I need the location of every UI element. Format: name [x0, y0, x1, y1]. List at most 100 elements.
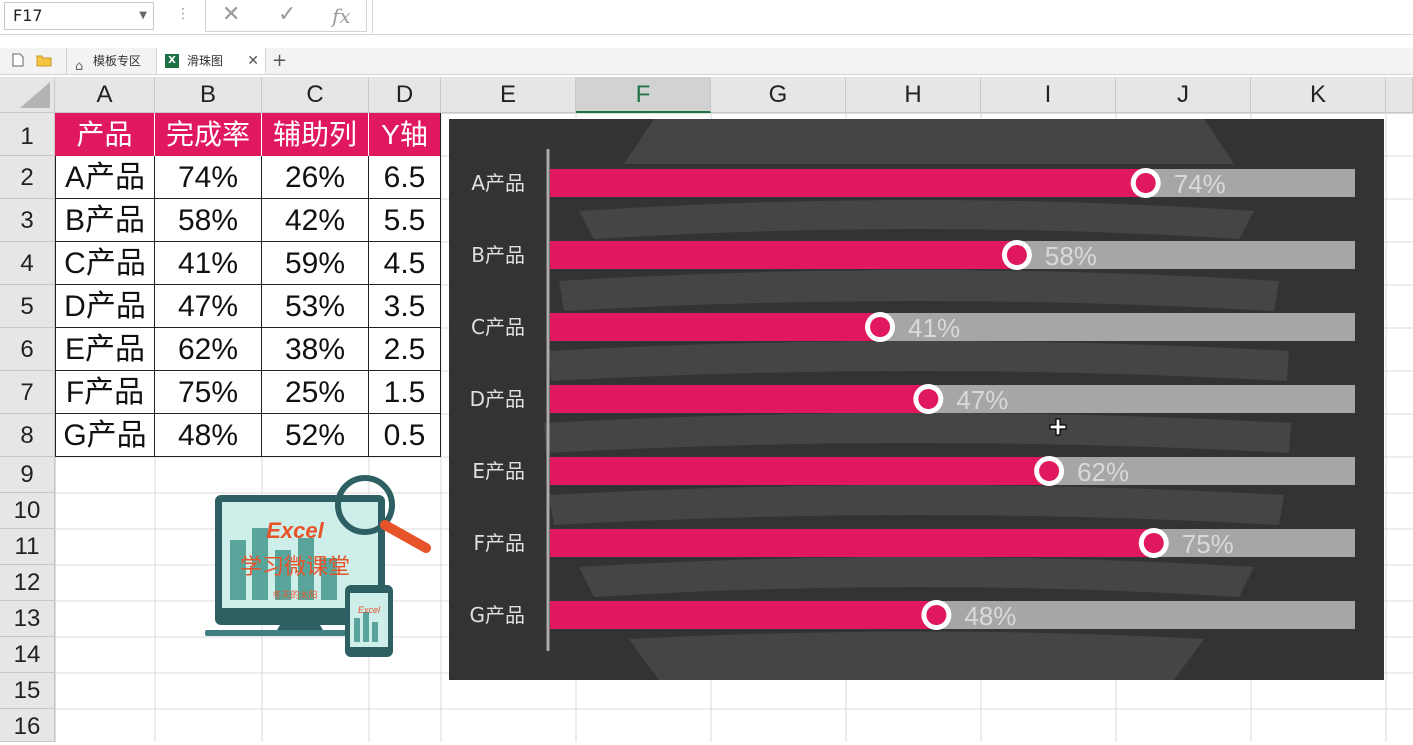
- row-header-7[interactable]: 7: [0, 371, 55, 414]
- new-tab-button[interactable]: +: [272, 48, 287, 74]
- data-label: 62%: [1077, 457, 1129, 487]
- cell-helper[interactable]: 26%: [262, 156, 369, 199]
- cell-y-axis[interactable]: 6.5: [369, 156, 441, 199]
- tab-slider-chart[interactable]: X 滑珠图 ✕: [156, 48, 266, 74]
- slider-bead-core: [1135, 173, 1156, 193]
- row-header-3[interactable]: 3: [0, 199, 55, 242]
- slider-bead-core: [918, 389, 939, 409]
- cell-completion[interactable]: 58%: [155, 199, 262, 242]
- data-label: 47%: [956, 385, 1008, 415]
- row-header-8[interactable]: 8: [0, 414, 55, 457]
- cell-helper[interactable]: 25%: [262, 371, 369, 414]
- column-header-j[interactable]: J: [1116, 77, 1251, 113]
- excel-file-icon: X: [165, 54, 179, 68]
- formula-input[interactable]: [372, 0, 1413, 33]
- column-header-e[interactable]: E: [441, 77, 576, 113]
- chevron-down-icon[interactable]: ▼: [139, 3, 147, 29]
- cell-product[interactable]: D产品: [55, 285, 155, 328]
- slider-bead-core: [926, 605, 947, 625]
- completion-bar[interactable]: [550, 529, 1154, 557]
- cell-helper[interactable]: 59%: [262, 242, 369, 285]
- function-icon[interactable]: fx: [332, 4, 351, 28]
- phone-bar-2: [363, 612, 369, 642]
- column-header-l[interactable]: [1386, 77, 1413, 113]
- completion-bar[interactable]: [550, 457, 1050, 485]
- confirm-icon[interactable]: ✓: [278, 2, 296, 27]
- row-header-9[interactable]: 9: [0, 457, 55, 493]
- cell-product[interactable]: F产品: [55, 371, 155, 414]
- cell-y-axis[interactable]: 1.5: [369, 371, 441, 414]
- cancel-icon[interactable]: ✕: [222, 2, 240, 27]
- data-label: 74%: [1174, 169, 1226, 199]
- completion-bar[interactable]: [550, 385, 929, 413]
- name-box[interactable]: F17 ▼: [4, 2, 154, 30]
- category-label: A产品: [471, 171, 525, 195]
- row-header-11[interactable]: 11: [0, 529, 55, 565]
- row-header-2[interactable]: 2: [0, 156, 55, 199]
- close-icon[interactable]: ✕: [247, 48, 259, 74]
- column-header-k[interactable]: K: [1251, 77, 1386, 113]
- cell-y-axis[interactable]: 5.5: [369, 199, 441, 242]
- completion-bar[interactable]: [550, 241, 1017, 269]
- document-tab-bar: ⌂ 模板专区 X 滑珠图 ✕ +: [0, 48, 1413, 75]
- column-header-d[interactable]: D: [369, 77, 441, 113]
- header-cell-y-axis[interactable]: Y轴: [369, 113, 441, 156]
- column-header-i[interactable]: I: [981, 77, 1116, 113]
- slider-bead-core: [1039, 461, 1060, 481]
- column-header-g[interactable]: G: [711, 77, 846, 113]
- cell-completion[interactable]: 62%: [155, 328, 262, 371]
- cell-y-axis[interactable]: 4.5: [369, 242, 441, 285]
- folder-icon[interactable]: [36, 53, 52, 67]
- cell-completion[interactable]: 41%: [155, 242, 262, 285]
- cell-product[interactable]: B产品: [55, 199, 155, 242]
- phone-bar-1: [354, 618, 360, 642]
- cell-y-axis[interactable]: 3.5: [369, 285, 441, 328]
- row-header-5[interactable]: 5: [0, 285, 55, 328]
- row-header-4[interactable]: 4: [0, 242, 55, 285]
- drag-handle-icon[interactable]: ⋮: [176, 6, 190, 22]
- cell-y-axis[interactable]: 2.5: [369, 328, 441, 371]
- cell-product[interactable]: G产品: [55, 414, 155, 457]
- row-header-12[interactable]: 12: [0, 565, 55, 601]
- cell-helper[interactable]: 38%: [262, 328, 369, 371]
- header-cell-completion[interactable]: 完成率: [155, 113, 262, 156]
- column-header-a[interactable]: A: [55, 77, 155, 113]
- row-header-1[interactable]: 1: [0, 113, 55, 156]
- column-header-c[interactable]: C: [262, 77, 369, 113]
- move-cursor-icon: [1049, 418, 1067, 436]
- cell-helper[interactable]: 53%: [262, 285, 369, 328]
- cell-product[interactable]: E产品: [55, 328, 155, 371]
- completion-bar[interactable]: [550, 601, 937, 629]
- row-header-16[interactable]: 16: [0, 709, 55, 742]
- row-header-14[interactable]: 14: [0, 637, 55, 673]
- column-header-f[interactable]: F: [576, 77, 711, 113]
- slider-bead-chart[interactable]: 74% A产品 58% B产品 41% C产品 47% D产品 62% E产品 75% F产品 48% G…: [449, 119, 1384, 680]
- cell-completion[interactable]: 74%: [155, 156, 262, 199]
- cell-completion[interactable]: 75%: [155, 371, 262, 414]
- column-header-b[interactable]: B: [155, 77, 262, 113]
- slider-bead-core: [870, 317, 891, 337]
- row-header-6[interactable]: 6: [0, 328, 55, 371]
- completion-bar[interactable]: [550, 313, 881, 341]
- header-cell-helper[interactable]: 辅助列: [262, 113, 369, 156]
- tab-label: 模板专区: [93, 54, 142, 68]
- header-cell-product[interactable]: 产品: [55, 113, 155, 156]
- row-header-15[interactable]: 15: [0, 673, 55, 709]
- cell-completion[interactable]: 48%: [155, 414, 262, 457]
- new-file-icon[interactable]: [12, 53, 24, 67]
- cell-y-axis[interactable]: 0.5: [369, 414, 441, 457]
- cell-product[interactable]: C产品: [55, 242, 155, 285]
- cell-helper[interactable]: 42%: [262, 199, 369, 242]
- select-all-button[interactable]: [0, 77, 55, 113]
- formula-actions: ✕ ✓ fx: [205, 0, 367, 32]
- category-label: D产品: [470, 387, 525, 411]
- row-header-13[interactable]: 13: [0, 601, 55, 637]
- logo-tagline: 冬天的太阳: [272, 589, 317, 601]
- column-header-h[interactable]: H: [846, 77, 981, 113]
- cell-product[interactable]: A产品: [55, 156, 155, 199]
- tab-template-zone[interactable]: ⌂ 模板专区: [66, 48, 154, 74]
- completion-bar[interactable]: [550, 169, 1146, 197]
- row-header-10[interactable]: 10: [0, 493, 55, 529]
- cell-completion[interactable]: 47%: [155, 285, 262, 328]
- cell-helper[interactable]: 52%: [262, 414, 369, 457]
